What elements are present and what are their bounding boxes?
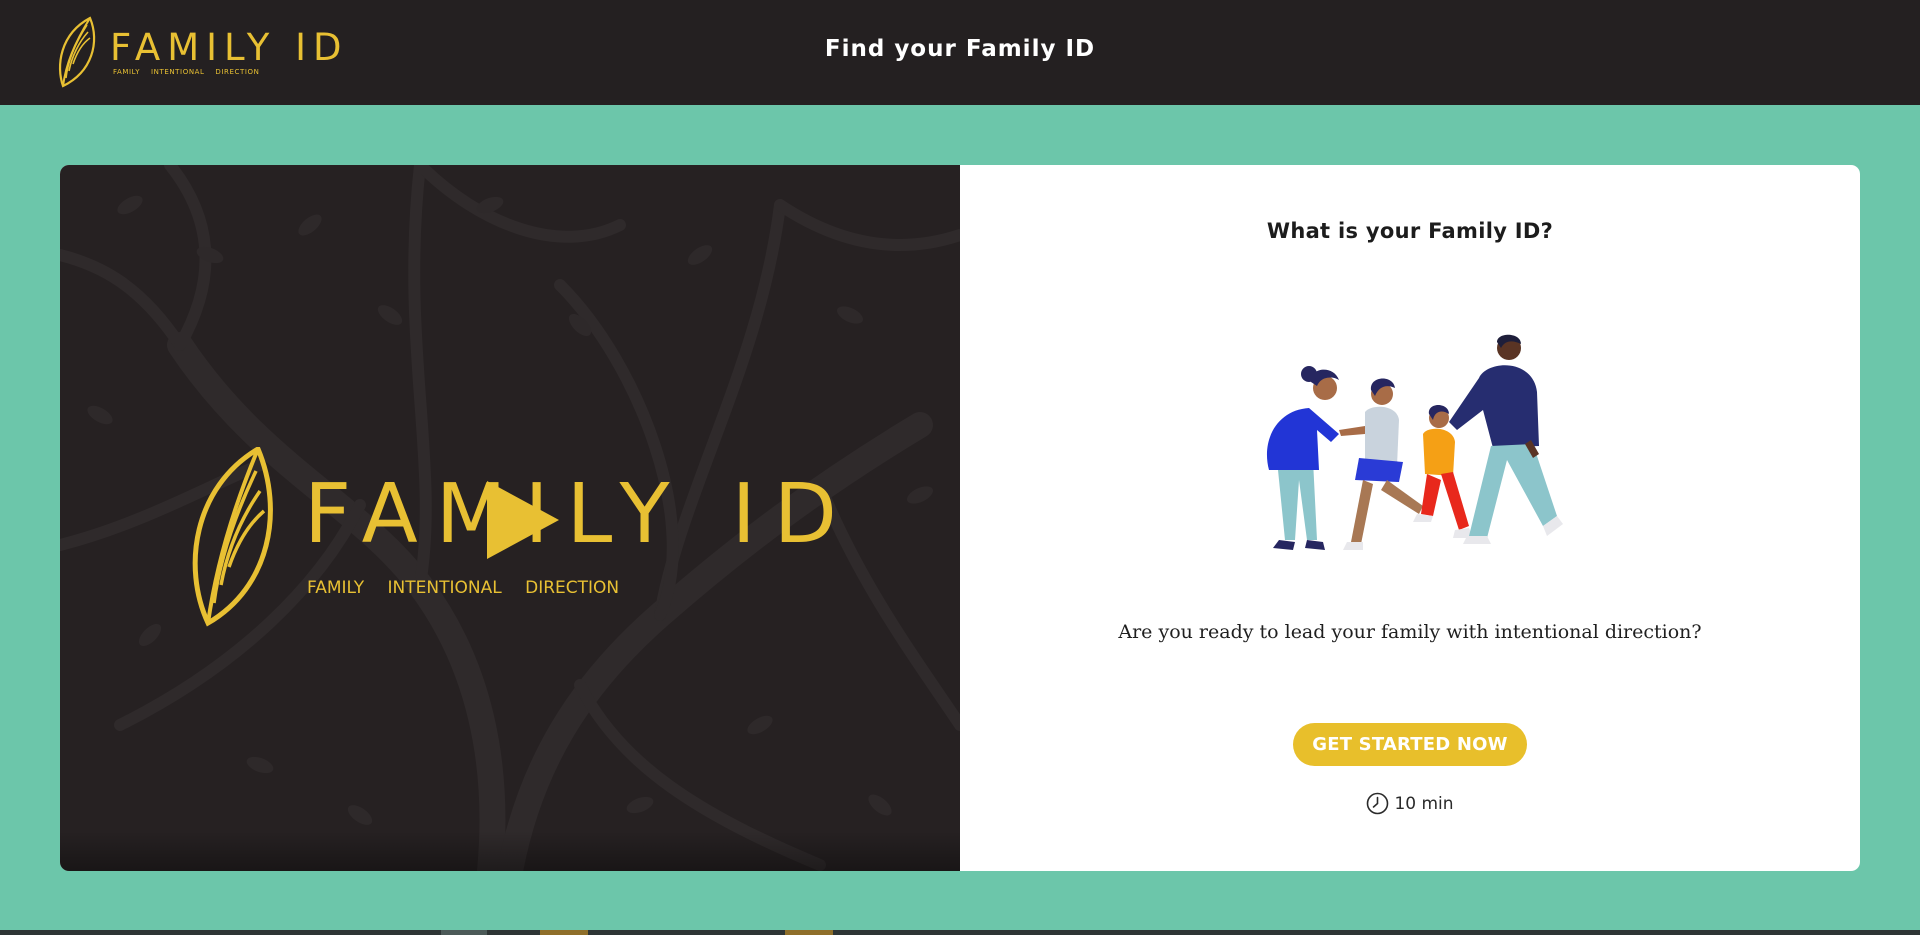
duration-label: 10 min [1394,793,1454,814]
poster-tagline: FAMILY INTENTIONAL DIRECTION [307,578,620,598]
intro-video-player[interactable]: FAMILY ID FAMILY INTENTIONAL DIRECTION [60,165,960,871]
clock-icon [1367,792,1389,815]
page-title: Find your Family ID [824,36,1096,62]
logo-tagline: FAMILY INTENTIONAL DIRECTION [113,68,260,76]
get-started-button[interactable]: GET STARTED NOW [1293,723,1527,766]
video-controls-shade [60,831,960,871]
play-button[interactable] [487,481,559,559]
bottom-section-accent [540,930,588,935]
leaf-logo-icon [192,447,273,627]
top-header: FAMILY ID FAMILY INTENTIONAL DIRECTION F… [0,0,1920,105]
intro-heading: What is your Family ID? [1266,219,1554,243]
family-illustration [1266,334,1563,550]
bottom-section-accent [785,930,833,935]
intro-card: FAMILY ID FAMILY INTENTIONAL DIRECTION W… [60,165,1860,871]
bottom-section-edge [0,930,1920,935]
poster-wordmark: FAMILY ID [304,467,855,562]
duration-indicator: 10 min [960,792,1860,815]
intro-panel: What is your Family ID? Are you ready to… [960,165,1860,871]
bottom-section-accent [441,930,487,935]
intro-text: Are you ready to lead your family with i… [1118,621,1702,643]
